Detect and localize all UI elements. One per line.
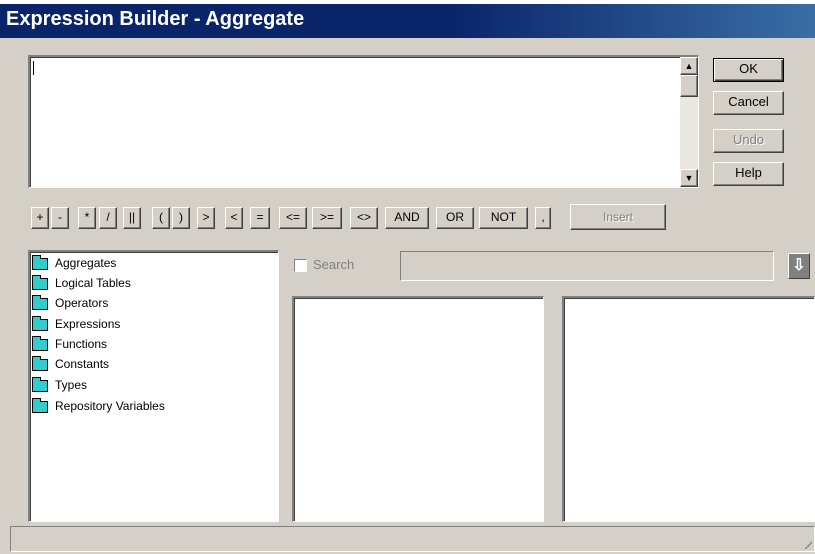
search-input[interactable] xyxy=(400,251,774,281)
search-checkbox[interactable] xyxy=(294,259,307,272)
tree-item-operators[interactable]: Operators xyxy=(30,294,270,314)
text-caret xyxy=(33,61,34,75)
tree-item-repository-variables[interactable]: Repository Variables xyxy=(30,397,270,417)
tree-item-logical-tables[interactable]: Logical Tables xyxy=(30,274,270,294)
folder-icon xyxy=(32,316,48,331)
operator-not-equal-button[interactable]: <> xyxy=(350,207,378,229)
operator-not-button[interactable]: NOT xyxy=(479,207,528,229)
scroll-up-button[interactable]: ▲ xyxy=(680,57,698,75)
insert-button[interactable]: Insert xyxy=(570,204,666,230)
resize-grip-icon[interactable] xyxy=(802,539,812,549)
tree-item-constants[interactable]: Constants xyxy=(30,355,270,375)
tree-item-label: Logical Tables xyxy=(55,276,131,290)
status-bar xyxy=(10,526,815,552)
operator-comma-button[interactable]: , xyxy=(535,207,551,229)
window-title: Expression Builder - Aggregate xyxy=(6,8,305,30)
tree-item-expressions[interactable]: Expressions xyxy=(30,315,270,335)
arrow-up-icon: ▲ xyxy=(684,61,694,71)
category-tree[interactable]: Aggregates Logical Tables Operators Expr… xyxy=(28,250,279,522)
search-go-button[interactable]: ⇩ xyxy=(788,253,810,279)
folder-icon xyxy=(32,255,48,270)
tree-item-types[interactable]: Types xyxy=(30,376,270,396)
operator-equal-button[interactable]: = xyxy=(250,207,270,229)
operator-less-button[interactable]: < xyxy=(225,207,243,229)
tree-item-aggregates[interactable]: Aggregates xyxy=(30,254,270,274)
operator-and-button[interactable]: AND xyxy=(385,207,429,229)
operator-multiply-button[interactable]: * xyxy=(78,207,96,229)
operator-concat-button[interactable]: || xyxy=(123,207,141,229)
operator-or-button[interactable]: OR xyxy=(436,207,474,229)
ok-button[interactable]: OK xyxy=(713,58,784,82)
folder-icon xyxy=(32,275,48,290)
operator-greater-equal-button[interactable]: >= xyxy=(312,207,342,229)
folder-icon xyxy=(32,398,48,413)
operator-divide-button[interactable]: / xyxy=(99,207,117,229)
down-arrow-icon: ⇩ xyxy=(792,257,806,274)
tree-item-label: Types xyxy=(55,378,88,392)
folder-icon xyxy=(32,377,48,392)
operator-close-paren-button[interactable]: ) xyxy=(172,207,190,229)
operator-greater-button[interactable]: > xyxy=(197,207,215,229)
arrow-down-icon: ▼ xyxy=(684,173,694,183)
tree-item-label: Constants xyxy=(55,357,110,371)
operator-less-equal-button[interactable]: <= xyxy=(279,207,307,229)
folder-icon xyxy=(32,336,48,351)
tree-item-label: Expressions xyxy=(55,317,121,331)
tree-item-label: Repository Variables xyxy=(55,399,165,413)
help-button[interactable]: Help xyxy=(713,162,784,186)
cancel-button[interactable]: Cancel xyxy=(713,91,784,115)
subcategory-list[interactable] xyxy=(292,296,544,522)
operator-plus-button[interactable]: + xyxy=(31,207,49,229)
folder-icon xyxy=(32,295,48,310)
title-bar[interactable]: Expression Builder - Aggregate xyxy=(0,0,815,38)
expression-textarea[interactable]: ▲ ▼ xyxy=(28,55,699,188)
tree-item-label: Operators xyxy=(55,296,109,310)
scroll-thumb[interactable] xyxy=(680,75,698,97)
search-label: Search xyxy=(313,257,355,272)
item-list[interactable] xyxy=(562,296,815,522)
operator-open-paren-button[interactable]: ( xyxy=(152,207,170,229)
tree-item-label: Functions xyxy=(55,337,108,351)
tree-item-label: Aggregates xyxy=(55,256,117,270)
folder-icon xyxy=(32,356,48,371)
undo-button[interactable]: Undo xyxy=(713,129,784,153)
vertical-scrollbar[interactable]: ▲ ▼ xyxy=(680,57,698,187)
operator-minus-button[interactable]: - xyxy=(51,207,69,229)
scroll-down-button[interactable]: ▼ xyxy=(680,169,698,187)
tree-item-functions[interactable]: Functions xyxy=(30,335,270,355)
